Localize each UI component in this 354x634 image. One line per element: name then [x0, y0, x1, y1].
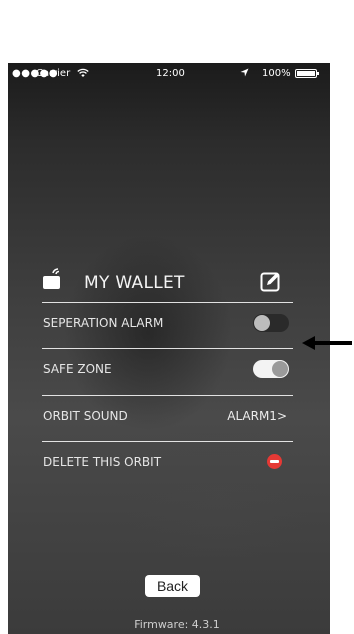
battery-percent: 100% — [262, 68, 291, 79]
toggle-knob — [272, 361, 288, 377]
wifi-icon — [77, 68, 89, 81]
safe-zone-toggle[interactable] — [253, 360, 289, 378]
toggle-knob — [254, 315, 270, 331]
delete-orbit-label: DELETE THIS ORBIT — [43, 455, 162, 469]
back-button[interactable]: Back — [145, 575, 200, 597]
separation-alarm-row: SEPERATION ALARM — [42, 302, 293, 343]
orbit-sound-row[interactable]: ORBIT SOUND ALARM1> — [42, 395, 293, 436]
orbit-sound-value[interactable]: ALARM1> — [227, 409, 287, 423]
arrow-left-icon — [301, 335, 353, 355]
firmware-version: Firmware: 4.3.1 — [134, 618, 220, 631]
delete-icon[interactable] — [267, 454, 282, 469]
wallet-wireless-icon — [42, 268, 66, 294]
location-arrow-icon — [240, 68, 249, 80]
edit-icon[interactable] — [260, 270, 282, 296]
separation-alarm-label: SEPERATION ALARM — [43, 316, 164, 330]
device-name: MY WALLET — [84, 273, 185, 293]
delete-orbit-row[interactable]: DELETE THIS ORBIT — [42, 441, 293, 482]
orbit-sound-label: ORBIT SOUND — [43, 409, 128, 423]
status-time: 12:00 — [156, 68, 185, 79]
separation-alarm-toggle[interactable] — [253, 314, 289, 332]
carrier-label: Carrier — [36, 68, 71, 79]
device-header: MY WALLET — [42, 266, 292, 302]
safe-zone-row: SAFE ZONE — [42, 348, 293, 389]
status-bar: ●●●●● Carrier 12:00 100% — [8, 63, 330, 85]
safe-zone-label: SAFE ZONE — [43, 362, 112, 376]
battery-icon — [295, 69, 319, 78]
